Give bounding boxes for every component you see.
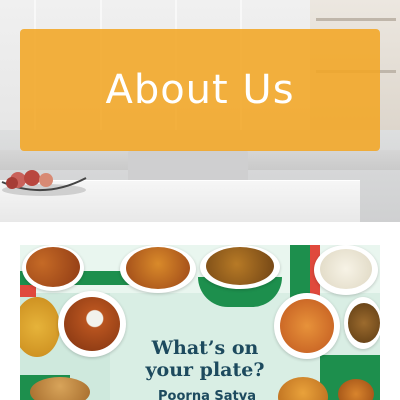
food-side-dish [348, 303, 380, 343]
red-accent-bar [20, 285, 36, 297]
food-paneer-curry [64, 297, 120, 351]
food-chapati [30, 377, 90, 400]
about-us-banner: About Us [20, 29, 380, 151]
food-rice [320, 249, 372, 289]
food-curry-bowl [126, 247, 190, 289]
food-fried-snacks [26, 247, 80, 287]
collage-tagline: What’s on your plate? [130, 337, 280, 381]
hero-section: About Us [0, 0, 400, 222]
fruit-bowl-image [1, 170, 87, 196]
tagline-line-2: your plate? [145, 359, 265, 381]
food-noodles [280, 299, 334, 353]
collage-brand-text: Poorna Satva [158, 389, 256, 400]
food-collage-image: What’s on your plate? Poorna Satva [20, 245, 380, 400]
page-title: About Us [105, 67, 295, 113]
food-potato-curry [206, 247, 274, 285]
tagline-line-1: What’s on [151, 337, 259, 359]
